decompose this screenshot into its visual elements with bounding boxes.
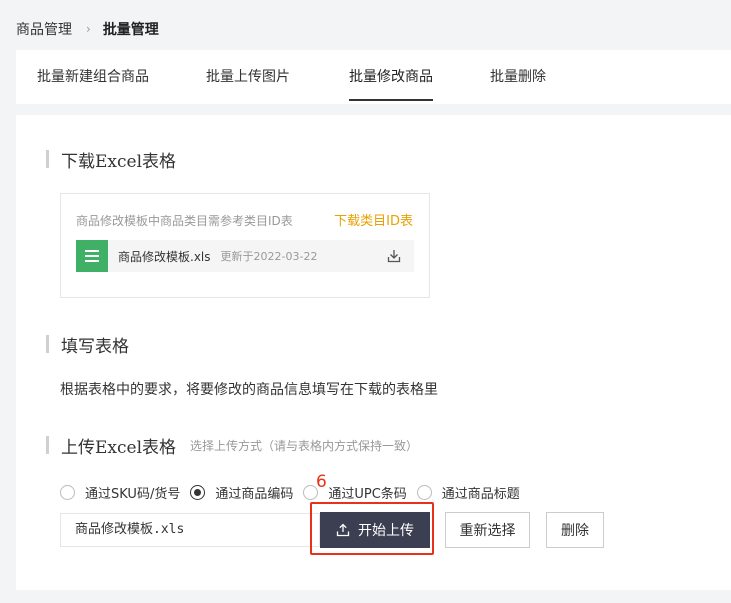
tab-bar: 批量新建组合商品 批量上传图片 批量修改商品 批量删除 [16,50,731,104]
upload-method-radio-group: 通过SKU码/货号 通过商品编码 通过UPC条码 通过商品标题 [60,482,530,502]
download-section-title: 下载Excel表格 [46,149,177,172]
section-marker [46,436,49,454]
radio-label: 通过SKU码/货号 [85,486,181,502]
tab-batch-upload-images[interactable]: 批量上传图片 [206,50,290,104]
radio-label: 通过商品编码 [215,486,294,502]
fill-title-text: 填写表格 [61,336,129,357]
upload-title-text: 上传Excel表格 [61,437,177,458]
download-icon[interactable] [386,248,402,264]
template-file-row[interactable]: 商品修改模板.xls 更新于2022-03-22 [76,240,414,272]
breadcrumb-parent[interactable]: 商品管理 [16,19,72,39]
breadcrumb: 商品管理 › 批量管理 [16,19,159,39]
radio-product-code[interactable]: 通过商品编码 [190,483,293,502]
radio-circle-icon [190,484,206,500]
fill-description: 根据表格中的要求，将要修改的商品信息填写在下载的表格里 [60,382,438,398]
upload-section-title: 上传Excel表格 选择上传方式（请与表格内方式保持一致） [46,435,419,458]
upload-hint: 选择上传方式（请与表格内方式保持一致） [190,438,419,453]
fill-section-title: 填写表格 [46,334,129,357]
start-upload-label: 开始上传 [358,523,414,539]
radio-sku[interactable]: 通过SKU码/货号 [60,483,180,502]
tab-batch-delete[interactable]: 批量删除 [490,50,546,104]
section-marker [46,150,49,168]
step-number: 6 [316,472,327,492]
tab-batch-create-combo[interactable]: 批量新建组合商品 [37,50,149,104]
selected-file-field[interactable]: 商品修改模板.xls [60,513,320,547]
radio-circle-icon [416,484,432,500]
start-upload-button[interactable]: 开始上传 [320,512,430,548]
breadcrumb-separator-icon: › [86,22,91,36]
breadcrumb-current: 批量管理 [102,22,159,38]
download-title-text: 下载Excel表格 [61,151,177,172]
download-box: 商品修改模板中商品类目需参考类目ID表 下载类目ID表 商品修改模板.xls 更… [60,193,430,298]
reselect-button[interactable]: 重新选择 [445,512,530,548]
radio-circle-icon [60,484,75,500]
download-category-id-link[interactable]: 下载类目ID表 [334,210,413,229]
radio-product-title[interactable]: 通过商品标题 [416,483,520,502]
upload-icon [336,523,350,537]
delete-button[interactable]: 删除 [546,512,604,548]
template-file-date: 更新于2022-03-22 [220,250,318,263]
main-panel: 下载Excel表格 商品修改模板中商品类目需参考类目ID表 下载类目ID表 商品… [16,115,731,590]
download-note: 商品修改模板中商品类目需参考类目ID表 [76,214,293,228]
excel-file-icon [76,240,108,272]
section-marker [46,335,49,353]
tab-batch-modify-products[interactable]: 批量修改商品 [349,50,433,104]
radio-label: 通过商品标题 [441,486,520,502]
template-file-name: 商品修改模板.xls [118,249,211,264]
radio-label: 通过UPC条码 [328,486,407,502]
